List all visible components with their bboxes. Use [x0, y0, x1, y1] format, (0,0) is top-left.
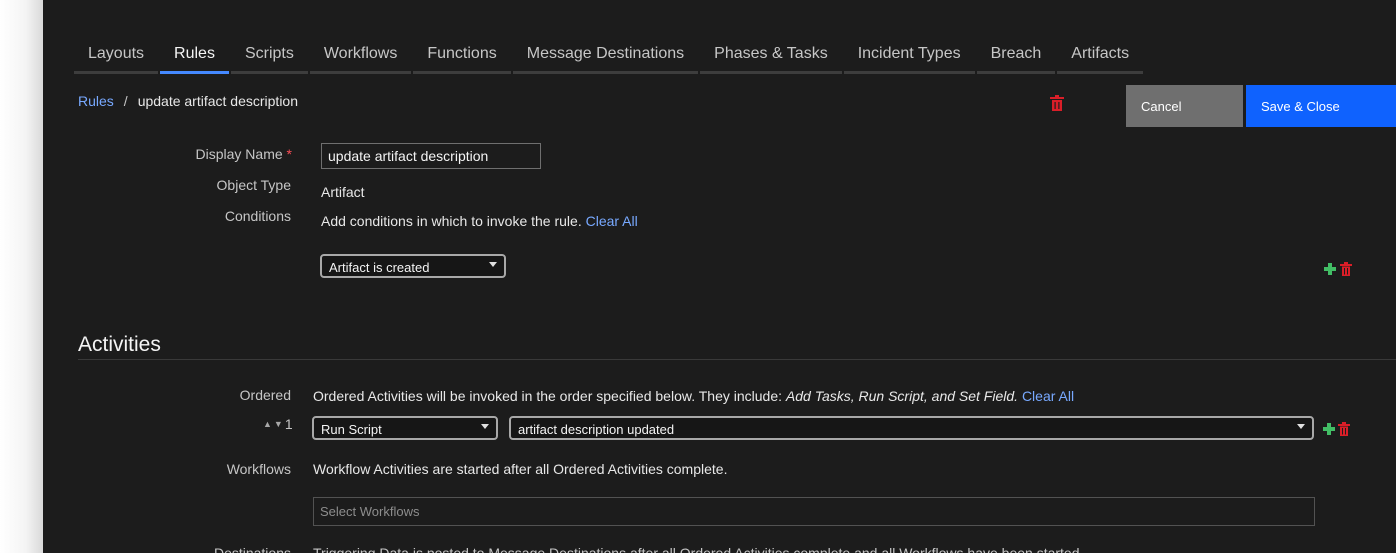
tab-message-destinations[interactable]: Message Destinations [512, 40, 699, 74]
breadcrumb-current: update artifact description [137, 93, 299, 109]
add-condition-plus-icon[interactable] [1324, 263, 1336, 275]
ordered-clear-all-link[interactable]: Clear All [1022, 388, 1074, 404]
tab-layouts[interactable]: Layouts [74, 40, 159, 74]
tab-incident-types[interactable]: Incident Types [843, 40, 975, 74]
display-name-input[interactable] [321, 143, 541, 169]
delete-activity-trash-icon[interactable] [1338, 422, 1350, 436]
rule-editor: Layouts Rules Scripts Workflows Function… [43, 0, 1396, 553]
activity-type-select[interactable]: Run Script [312, 416, 498, 440]
save-close-button[interactable]: Save & Close [1246, 85, 1396, 127]
workflows-label: Workflows [226, 461, 291, 477]
ordered-description: Ordered Activities will be invoked in th… [313, 388, 1074, 404]
conditions-label: Conditions [224, 208, 291, 224]
destinations-description: Triggering Data is posted to Message Des… [313, 545, 1084, 553]
add-activity-plus-icon[interactable] [1323, 423, 1335, 435]
chevron-down-icon [481, 424, 489, 429]
select-workflows-input[interactable]: Select Workflows [313, 497, 1315, 526]
activity-script-select[interactable]: artifact description updated [509, 416, 1314, 440]
activity-script-value: artifact description updated [518, 422, 675, 437]
breadcrumb: Rules / update artifact description [78, 93, 298, 109]
breadcrumb-separator: / [123, 93, 128, 109]
tab-rules[interactable]: Rules [160, 40, 229, 74]
condition-select[interactable]: Artifact is created [320, 254, 506, 278]
display-name-label-text: Display Name [195, 146, 283, 162]
activities-heading: Activities [78, 333, 161, 356]
display-name-label: Display Name * [196, 146, 292, 162]
condition-select-value: Artifact is created [329, 260, 430, 275]
required-marker: * [286, 146, 292, 162]
tab-bar: Layouts Rules Scripts Workflows Function… [74, 40, 1145, 74]
breadcrumb-rules-link[interactable]: Rules [78, 93, 114, 109]
conditions-clear-all-link[interactable]: Clear All [586, 213, 638, 229]
chevron-down-icon [1297, 424, 1305, 429]
tab-phases-tasks[interactable]: Phases & Tasks [700, 40, 842, 74]
activity-type-value: Run Script [321, 422, 382, 437]
tab-scripts[interactable]: Scripts [230, 40, 308, 74]
object-type-value: Artifact [321, 184, 365, 200]
move-down-icon[interactable]: ▼ [274, 419, 283, 429]
destinations-label: Destinations [213, 545, 291, 553]
cancel-button[interactable]: Cancel [1126, 85, 1243, 127]
delete-condition-trash-icon[interactable] [1340, 262, 1352, 276]
ordered-label: Ordered [239, 387, 291, 403]
left-gutter [0, 0, 43, 553]
tab-functions[interactable]: Functions [413, 40, 511, 74]
chevron-down-icon [489, 262, 497, 267]
tab-artifacts[interactable]: Artifacts [1057, 40, 1144, 74]
tab-workflows[interactable]: Workflows [309, 40, 412, 74]
order-controls: ▲ ▼ 1 [263, 416, 293, 432]
ordered-text: Ordered Activities will be invoked in th… [313, 388, 786, 404]
conditions-description: Add conditions in which to invoke the ru… [321, 213, 638, 229]
conditions-text: Add conditions in which to invoke the ru… [321, 213, 582, 229]
activity-row-number: 1 [284, 416, 293, 432]
ordered-text-italic: Add Tasks, Run Script, and Set Field. [785, 388, 1019, 404]
move-up-icon[interactable]: ▲ [263, 419, 272, 429]
activities-divider [78, 359, 1396, 360]
workflows-description: Workflow Activities are started after al… [313, 461, 728, 477]
object-type-label: Object Type [216, 177, 291, 193]
delete-rule-trash-icon[interactable] [1050, 95, 1064, 111]
tab-breach[interactable]: Breach [976, 40, 1056, 74]
